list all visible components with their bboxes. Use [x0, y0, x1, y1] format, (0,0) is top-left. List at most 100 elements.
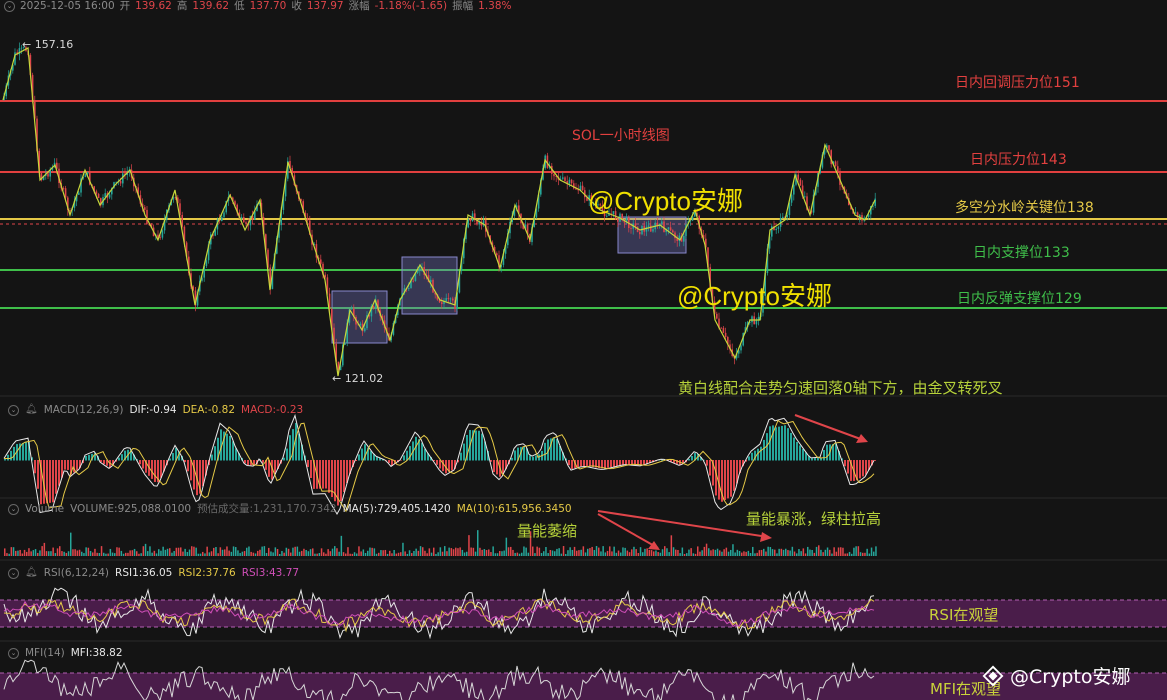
macd-bar [514, 450, 516, 461]
volume-bar [378, 552, 380, 556]
volume-bar [875, 546, 877, 556]
volume-bar [435, 553, 437, 556]
volume-bar [765, 551, 767, 556]
volume-bar [617, 550, 620, 556]
volume-bar [188, 549, 191, 556]
volume-bar [853, 547, 855, 556]
volume-bar [369, 547, 371, 556]
volume-bar [657, 552, 659, 556]
macd-bar [796, 441, 798, 461]
volume-bar [802, 548, 805, 556]
volume-ma5: MA(5):729,405.1420 [342, 503, 451, 515]
volume-bar [391, 553, 393, 556]
volume-bar [697, 546, 699, 556]
volume-bar [523, 546, 525, 556]
volume-bar [239, 553, 241, 556]
volume-bar [829, 549, 831, 556]
volume-bar [661, 549, 664, 556]
volume-bar [158, 549, 160, 556]
candle-body [221, 217, 223, 221]
macd-bar [607, 460, 609, 468]
volume-bar [683, 553, 686, 556]
macd-bar [706, 460, 708, 466]
volume-bar [474, 551, 477, 556]
volume-bar [675, 549, 677, 556]
macd-bar [625, 460, 627, 465]
volume-ma10: MA(10):615,956.3450 [456, 503, 572, 515]
volume-bar [807, 546, 809, 556]
macd-bar [151, 460, 153, 479]
collapse-icon[interactable]: ⌄ [8, 404, 19, 416]
volume-bar [789, 550, 791, 556]
candle-body [837, 166, 839, 173]
volume-arrow-head-2 [760, 532, 772, 542]
volume-bar [307, 551, 310, 556]
macd-bar [403, 455, 405, 461]
low-price-value: 121.02 [344, 372, 384, 385]
volume-bar [254, 553, 257, 556]
volume-bar [395, 553, 398, 556]
macd-bar [211, 454, 213, 461]
volume-bar [532, 546, 534, 556]
volume-bar [857, 546, 860, 556]
macd-bar [529, 455, 531, 461]
volume-bar [21, 553, 24, 556]
volume-bar [822, 552, 824, 556]
volume-bar [558, 548, 560, 556]
macd-name: MACD(12,26,9) [43, 404, 124, 416]
collapse-icon[interactable]: ⌄ [4, 1, 15, 12]
volume-bar [723, 549, 725, 556]
volume-bar [105, 553, 107, 556]
volume-bar [371, 547, 373, 556]
rsi-annotation: RSI在观望 [929, 606, 999, 624]
volume-bar [622, 547, 624, 556]
collapse-icon[interactable]: ⌄ [8, 567, 19, 579]
volume-bar [584, 552, 587, 556]
volume-bar [573, 546, 576, 556]
volume-bar [826, 547, 829, 556]
macd-bar [142, 460, 144, 469]
candle-body [777, 226, 780, 229]
volume-bar [611, 551, 613, 556]
change-label: 涨幅 [348, 0, 370, 12]
logo-icon [982, 665, 1004, 686]
volume-bar [472, 547, 475, 556]
volume-bar [129, 550, 131, 556]
rsi1-value: RSI1:36.05 [115, 567, 173, 579]
volume-bar [813, 552, 816, 556]
bell-icon[interactable]: 🔔︎ [25, 566, 38, 580]
volume-bar [98, 553, 101, 556]
volume-bar [554, 551, 556, 556]
macd-bar [370, 450, 372, 461]
macd-arrow [794, 414, 867, 442]
volume-bar [754, 553, 756, 556]
candle-body [645, 226, 648, 232]
candle-body [245, 222, 247, 224]
volume-bar [166, 548, 169, 556]
volume-bar [527, 552, 530, 556]
volume-bar [463, 552, 466, 556]
volume-bar [329, 551, 332, 556]
low-value: 137.70 [249, 0, 287, 12]
volume-bar [721, 551, 723, 556]
volume-bar [199, 553, 202, 556]
volume-bar [182, 551, 184, 556]
volume-bar [705, 543, 708, 556]
volume-bar [103, 552, 105, 556]
candle-body [372, 305, 375, 308]
volume-bar [206, 546, 208, 556]
collapse-icon[interactable]: ⌄ [8, 503, 19, 515]
macd-chart [3, 413, 876, 516]
volume-bar [512, 549, 514, 556]
volume-bar [452, 549, 455, 556]
collapse-icon[interactable]: ⌄ [8, 647, 19, 659]
volume-bar [842, 547, 844, 556]
mfi-header: ⌄ MFI(14) MFI:38.82 [8, 646, 123, 660]
bell-icon[interactable]: 🔔︎ [25, 403, 38, 417]
level-label-133: 日内支撑位133 [973, 245, 1070, 261]
volume-bar [232, 546, 235, 556]
candle-body [650, 225, 652, 232]
candle-body [782, 216, 784, 219]
candle-body [720, 327, 722, 329]
volume-bar [338, 551, 340, 556]
